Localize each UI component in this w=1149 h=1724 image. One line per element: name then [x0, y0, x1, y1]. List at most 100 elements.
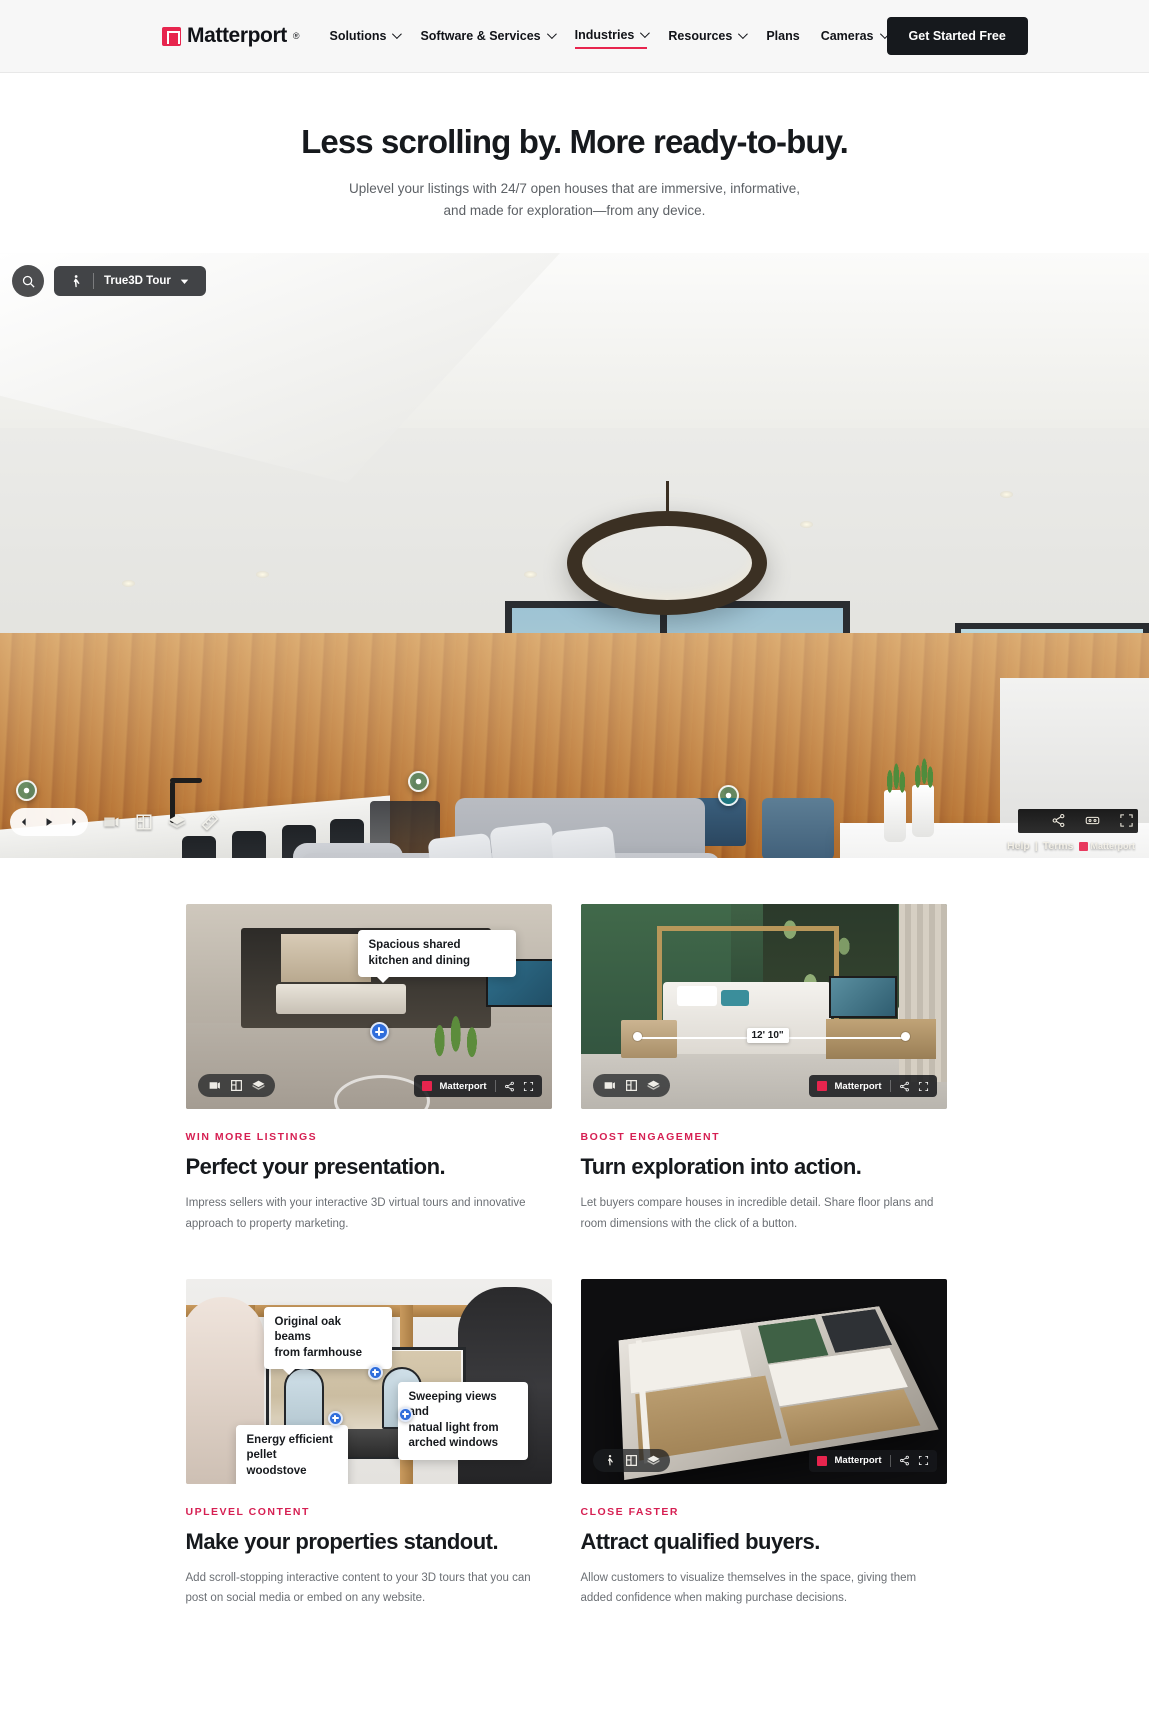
chevron-down-icon — [392, 29, 403, 40]
highlight-reel-icon[interactable] — [603, 1079, 616, 1092]
tour-tag-tooltip[interactable]: Original oak beams from farmhouse — [263, 1306, 392, 1375]
viewer-right-controls — [1050, 813, 1135, 828]
matterport-watermark[interactable]: Matterport — [1078, 841, 1136, 852]
nav-label: Cameras — [820, 28, 874, 43]
nav-item-resources[interactable]: Resources — [668, 25, 749, 48]
card-media-kitchen-tour[interactable]: Spacious shared kitchen and dining Matte… — [185, 904, 552, 1110]
watermark-label: Matterport — [1090, 841, 1136, 852]
card-matterport-badge: Matterport — [808, 1075, 937, 1098]
fullscreen-icon[interactable] — [918, 1081, 929, 1092]
tour-tag-tooltip[interactable]: Spacious shared kitchen and dining — [357, 930, 516, 984]
matterport-logo-icon — [421, 1081, 432, 1092]
dollhouse-icon[interactable] — [647, 1079, 660, 1092]
nav-label: Industries — [574, 27, 635, 42]
dollhouse-icon[interactable] — [252, 1079, 265, 1092]
highlight-reel-icon[interactable] — [208, 1079, 221, 1092]
tour-mode-label-group[interactable]: True3D Tour — [94, 266, 202, 296]
help-link[interactable]: Help — [1007, 840, 1030, 852]
tour-tag-plus-icon[interactable] — [369, 1022, 389, 1042]
nav-label: Resources — [668, 28, 733, 43]
share-icon[interactable] — [899, 1081, 910, 1092]
fullscreen-icon[interactable] — [1118, 813, 1135, 828]
divider — [889, 1080, 891, 1093]
tour-hotspot[interactable] — [16, 780, 37, 802]
brand-logo[interactable]: Matterport ® — [162, 24, 299, 48]
tour-mode-selector[interactable]: True3D Tour — [54, 266, 206, 297]
floorplan-icon[interactable] — [230, 1079, 243, 1092]
fullscreen-icon[interactable] — [523, 1081, 534, 1092]
tour-tag-plus-icon[interactable] — [367, 1364, 383, 1380]
play-icon[interactable] — [41, 814, 57, 830]
chevron-left-icon[interactable] — [16, 814, 32, 830]
matterport-logo-icon — [816, 1455, 827, 1466]
share-icon[interactable] — [1050, 813, 1067, 828]
floorplan-icon[interactable] — [133, 812, 154, 833]
tour-tag-plus-icon[interactable] — [397, 1406, 413, 1422]
card-media-bedroom-measure[interactable]: 12' 10" Matterport — [580, 904, 947, 1110]
main-navigation: Solutions Software & Services Industries… — [329, 24, 890, 49]
site-header: Matterport ® Solutions Software & Servic… — [0, 0, 1149, 73]
nav-item-plans[interactable]: Plans — [766, 25, 799, 48]
brand-registered-mark: ® — [292, 31, 300, 41]
viewer-bottom-controls — [10, 808, 220, 837]
viewer-top-controls: True3D Tour — [12, 265, 206, 298]
card-kicker: BOOST ENGAGEMENT — [580, 1131, 721, 1144]
badge-label: Matterport — [439, 1080, 487, 1092]
viewer-legal-bar: Help | Terms Matterport — [1007, 840, 1135, 852]
hero-subtitle-line1: Uplevel your listings with 24/7 open hou… — [349, 180, 800, 196]
tour-tag-plus-icon[interactable] — [327, 1410, 343, 1426]
person-walk-icon[interactable] — [603, 1454, 616, 1467]
page-title: Less scrolling by. More ready-to-buy. — [301, 123, 849, 160]
nav-item-cameras[interactable]: Cameras — [820, 25, 890, 48]
dollhouse-icon[interactable] — [166, 812, 187, 833]
search-icon[interactable] — [12, 265, 44, 298]
nav-item-industries[interactable]: Industries — [574, 24, 651, 49]
chevron-down-icon — [738, 29, 749, 40]
share-icon[interactable] — [899, 1455, 910, 1466]
vr-goggles-icon[interactable] — [1084, 813, 1101, 828]
dollhouse-icon[interactable] — [647, 1454, 660, 1467]
card-body: Impress sellers with your interactive 3D… — [185, 1197, 526, 1230]
matterport-logo-icon — [1078, 841, 1088, 851]
floorplan-icon[interactable] — [625, 1079, 638, 1092]
card-media-laptop-tags[interactable]: Original oak beams from farmhouse Sweepi… — [185, 1278, 552, 1484]
card-kicker: CLOSE FASTER — [580, 1505, 680, 1518]
hero-copy: Less scrolling by. More ready-to-buy. Up… — [0, 73, 1149, 254]
nav-item-software-services[interactable]: Software & Services — [420, 25, 557, 48]
feature-cards-grid: Spacious shared kitchen and dining Matte… — [0, 858, 1149, 1649]
terms-link[interactable]: Terms — [1043, 840, 1074, 852]
floorplan-icon[interactable] — [625, 1454, 638, 1467]
feature-card-uplevel-content: Original oak beams from farmhouse Sweepi… — [185, 1278, 552, 1609]
nav-label: Plans — [766, 28, 800, 43]
person-walk-icon[interactable] — [58, 266, 93, 296]
card-body: Allow customers to visualize themselves … — [580, 1571, 917, 1605]
card-kicker: WIN MORE LISTINGS — [185, 1131, 318, 1144]
measurement-endpoint[interactable] — [900, 1032, 910, 1042]
measurement-label: 12' 10" — [746, 1028, 789, 1044]
get-started-free-button[interactable]: Get Started Free — [886, 17, 1028, 55]
matterport-logo-icon — [816, 1081, 827, 1092]
tour-hotspot[interactable] — [718, 785, 739, 807]
card-body: Let buyers compare houses in incredible … — [580, 1197, 934, 1230]
legal-separator: | — [1034, 840, 1038, 853]
tour-hotspot[interactable] — [408, 771, 429, 793]
measurement-endpoint[interactable] — [632, 1032, 642, 1042]
hero-subtitle: Uplevel your listings with 24/7 open hou… — [0, 178, 1149, 223]
card-matterport-badge: Matterport — [808, 1449, 937, 1472]
tour-tag-tooltip[interactable]: Sweeping views and natual light from arc… — [397, 1381, 528, 1460]
measure-icon[interactable] — [199, 812, 220, 833]
card-matterport-badge: Matterport — [413, 1075, 542, 1098]
chevron-right-icon[interactable] — [66, 814, 82, 830]
badge-label: Matterport — [834, 1455, 882, 1466]
fullscreen-icon[interactable] — [918, 1455, 929, 1466]
share-icon[interactable] — [504, 1081, 515, 1092]
nav-item-solutions[interactable]: Solutions — [329, 25, 403, 48]
card-title: Attract qualified buyers. — [580, 1528, 821, 1554]
card-media-dollhouse-view[interactable]: Matterport — [580, 1278, 947, 1484]
feature-card-close-faster: Matterport CLOSE FASTER Attract qualifie… — [580, 1278, 947, 1609]
tour-tag-tooltip[interactable]: Energy efficient pellet woodstove — [235, 1424, 348, 1484]
feature-card-boost-engagement: 12' 10" Matterport BOOST ENGAGEMENT Turn… — [580, 904, 947, 1234]
card-kicker: UPLEVEL CONTENT — [185, 1505, 310, 1518]
hero-3d-tour-viewer[interactable]: True3D Tour Help | Terms Matterport — [0, 253, 1149, 859]
highlight-reel-icon[interactable] — [100, 812, 121, 833]
